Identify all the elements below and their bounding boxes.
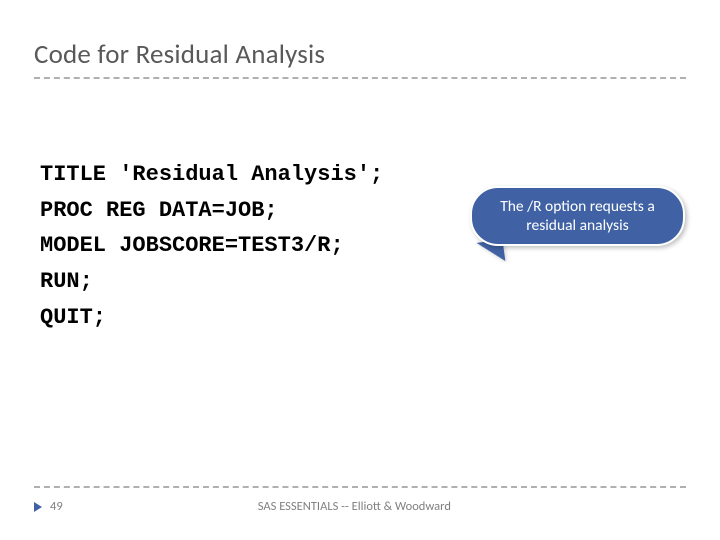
callout-bubble: The /R option requests a residual analys… (470, 186, 685, 246)
divider-bottom (34, 486, 686, 488)
footer-text: SAS ESSENTIALS -- Elliott & Woodward (23, 499, 686, 514)
code-block: TITLE 'Residual Analysis'; PROC REG DATA… (34, 157, 686, 335)
footer: 49 SAS ESSENTIALS -- Elliott & Woodward (0, 499, 720, 514)
callout-text: The /R option requests a residual analys… (484, 197, 671, 236)
divider-top (34, 77, 686, 79)
code-line-4: RUN; (40, 264, 686, 300)
code-line-5: QUIT; (40, 300, 686, 336)
slide: Code for Residual Analysis TITLE 'Residu… (0, 0, 720, 540)
slide-title: Code for Residual Analysis (34, 38, 686, 71)
